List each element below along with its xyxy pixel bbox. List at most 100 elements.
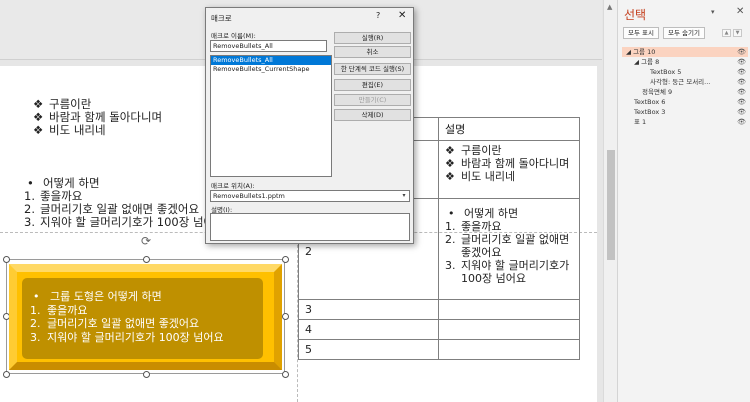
bullet-row: ❖ 비도 내리네 bbox=[33, 124, 162, 137]
help-icon[interactable]: ? bbox=[376, 11, 380, 20]
textbox-mid-bullets[interactable]: • 어떻게 하면 1. 좋을까요 2. 글머리기호 일괄 없애면 좋겠어요 3. 지워야… bbox=[24, 177, 225, 229]
resize-handle[interactable] bbox=[282, 371, 289, 378]
table-row: 3 bbox=[298, 299, 580, 320]
table-cell[interactable] bbox=[438, 319, 580, 340]
table-cell[interactable]: 5 bbox=[298, 339, 439, 360]
table-cell[interactable]: 설명 bbox=[438, 117, 580, 141]
bring-forward-icon[interactable]: ▲ bbox=[722, 29, 731, 37]
table-cell[interactable]: ❖ 구름이란 ❖ 바람과 함께 돌아다니며 ❖ 비도 내리네 bbox=[438, 140, 580, 199]
resize-handle[interactable] bbox=[3, 371, 10, 378]
table-cell-text: 5 bbox=[305, 343, 312, 356]
send-backward-icon[interactable]: ▼ bbox=[733, 29, 742, 37]
eye-icon[interactable]: 👁 bbox=[737, 77, 746, 87]
macro-location-select[interactable]: RemoveBullets1.pptm ▾ bbox=[210, 190, 410, 202]
eye-icon[interactable]: 👁 bbox=[737, 87, 746, 97]
delete-button[interactable]: 삭제(D) bbox=[334, 109, 411, 121]
tree-item[interactable]: TextBox 3 👁 bbox=[622, 107, 748, 117]
bullet-text: 구름이란 bbox=[461, 144, 502, 157]
table-cell-text: 3 bbox=[305, 303, 312, 316]
eye-icon[interactable]: 👁 bbox=[737, 97, 746, 107]
tree-item[interactable]: ◢ 그룹 10 👁 bbox=[622, 47, 748, 57]
tree-item-label: 그룹 8 bbox=[641, 58, 660, 66]
resize-handle[interactable] bbox=[282, 256, 289, 263]
bullet-text: 지워야 할 글머리기호가 100장 넘어요 bbox=[461, 259, 570, 285]
bullet-marker: ❖ bbox=[33, 123, 44, 137]
bullet-marker: ❖ bbox=[445, 170, 455, 183]
bullet-text: 글머리기호 일괄 없애면 좋겠어요 bbox=[47, 317, 200, 330]
resize-handle[interactable] bbox=[3, 256, 10, 263]
tree-item[interactable]: TextBox 5 👁 bbox=[622, 67, 748, 77]
tree-item[interactable]: 사각형: 둥근 모서리... 👁 bbox=[622, 77, 748, 87]
pane-title: 선택 bbox=[624, 8, 647, 22]
cancel-button[interactable]: 취소 bbox=[334, 46, 411, 58]
bullet-row: 3. 지워야 할 글머리기호가 100장 넘어요 bbox=[30, 331, 224, 345]
hide-all-button[interactable]: 모두 숨기기 bbox=[663, 27, 705, 39]
bullet-row: ❖ 비도 내리네 bbox=[445, 170, 573, 183]
tree-item[interactable]: ◢ 그룹 8 👁 bbox=[622, 57, 748, 67]
table-row: 4 bbox=[298, 319, 580, 340]
tree-item-label: 정육면체 9 bbox=[642, 88, 673, 96]
bullet-text: 비도 내리네 bbox=[49, 123, 106, 137]
selection-pane: 선택 ▾ ✕ 모두 표시 모두 숨기기 ▲ ▼ ◢ 그룹 10 👁 ◢ 그룹 8… bbox=[617, 0, 750, 402]
bullet-row: 2. 글머리기호 일괄 없애면 좋겠어요 bbox=[445, 233, 573, 259]
bullet-marker: 2. bbox=[445, 233, 456, 246]
show-all-button[interactable]: 모두 표시 bbox=[623, 27, 659, 39]
macro-location-value: RemoveBullets1.pptm bbox=[213, 192, 285, 200]
rotate-handle-icon[interactable]: ⟳ bbox=[141, 235, 152, 247]
close-icon[interactable]: ✕ bbox=[398, 10, 406, 21]
macro-location-label: 매크로 위치(A): bbox=[211, 182, 255, 190]
chevron-down-icon[interactable]: ▾ bbox=[400, 192, 408, 199]
resize-handle[interactable] bbox=[143, 256, 150, 263]
collapse-triangle-icon[interactable]: ◢ bbox=[626, 48, 631, 56]
tree-item[interactable]: TextBox 6 👁 bbox=[622, 97, 748, 107]
textbox-top-bullets[interactable]: ❖ 구름이란 ❖ 바람과 함께 돌아다니며 ❖ 비도 내리네 bbox=[33, 98, 162, 137]
close-icon[interactable]: ✕ bbox=[736, 6, 744, 17]
macro-list-item[interactable]: RemoveBullets_All bbox=[211, 56, 331, 65]
tree-item[interactable]: 표 1 👁 bbox=[622, 117, 748, 127]
scrollbar-thumb[interactable] bbox=[607, 150, 615, 260]
table-cell[interactable]: 3 bbox=[298, 299, 439, 320]
scroll-up-arrow-icon[interactable]: ▲ bbox=[607, 3, 615, 11]
macro-name-label: 매크로 이름(M): bbox=[211, 32, 256, 40]
chevron-down-icon[interactable]: ▾ bbox=[711, 8, 715, 16]
table-row: 5 bbox=[298, 339, 580, 360]
bullet-row: • 그룹 도형은 어떻게 하면 bbox=[30, 290, 224, 304]
eye-icon[interactable]: 👁 bbox=[737, 47, 746, 57]
macro-list[interactable]: RemoveBullets_All RemoveBullets_CurrentS… bbox=[210, 55, 332, 177]
bullet-marker: • bbox=[33, 290, 40, 303]
eye-icon[interactable]: 👁 bbox=[737, 57, 746, 67]
eye-icon[interactable]: 👁 bbox=[737, 67, 746, 77]
create-button[interactable]: 만들기(C) bbox=[334, 94, 411, 106]
tree-item-label: 표 1 bbox=[634, 118, 647, 126]
table-cell-text: 2 bbox=[305, 245, 312, 258]
bullet-text: 좋을까요 bbox=[47, 303, 88, 317]
table-cell[interactable]: 4 bbox=[298, 319, 439, 340]
bullet-marker: 3. bbox=[24, 215, 35, 229]
table-cell[interactable]: • 어떻게 하면 1. 좋을까요 2. 글머리기호 일괄 없애면 좋겠어요 3. 지워야… bbox=[438, 198, 580, 300]
table-cell-text: 4 bbox=[305, 323, 312, 336]
bullet-text: 좋을까요 bbox=[461, 220, 502, 233]
edit-button[interactable]: 편집(E) bbox=[334, 79, 411, 91]
eye-icon[interactable]: 👁 bbox=[737, 117, 746, 127]
tree-item-label: TextBox 6 bbox=[634, 98, 666, 106]
bullet-text: 바람과 함께 돌아다니며 bbox=[49, 110, 163, 124]
tree-item[interactable]: 정육면체 9 👁 bbox=[622, 87, 748, 97]
macro-list-item[interactable]: RemoveBullets_CurrentShape bbox=[211, 65, 331, 74]
run-button[interactable]: 실행(R) bbox=[334, 32, 411, 44]
resize-handle[interactable] bbox=[282, 313, 289, 320]
tree-item-label: TextBox 5 bbox=[650, 68, 682, 76]
vertical-scrollbar[interactable]: ▲ bbox=[603, 0, 617, 402]
description-field[interactable] bbox=[210, 213, 410, 241]
resize-handle[interactable] bbox=[143, 371, 150, 378]
tree-item-label: 그룹 10 bbox=[633, 48, 656, 56]
bullet-row: 2. 글머리기호 일괄 없애면 좋겠어요 bbox=[30, 317, 224, 331]
tree-item-label: TextBox 3 bbox=[634, 108, 666, 116]
table-cell[interactable] bbox=[438, 339, 580, 360]
step-into-button[interactable]: 한 단계씩 코드 실행(S) bbox=[334, 63, 411, 75]
macro-name-input[interactable]: RemoveBullets_All bbox=[210, 40, 327, 52]
tree-item-label: 사각형: 둥근 모서리... bbox=[650, 78, 711, 86]
collapse-triangle-icon[interactable]: ◢ bbox=[634, 58, 639, 66]
shape-textbox[interactable]: • 그룹 도형은 어떻게 하면 1. 좋을까요 2. 글머리기호 일괄 없애면 좋겠어… bbox=[30, 290, 224, 344]
eye-icon[interactable]: 👁 bbox=[737, 107, 746, 117]
table-cell[interactable] bbox=[438, 299, 580, 320]
